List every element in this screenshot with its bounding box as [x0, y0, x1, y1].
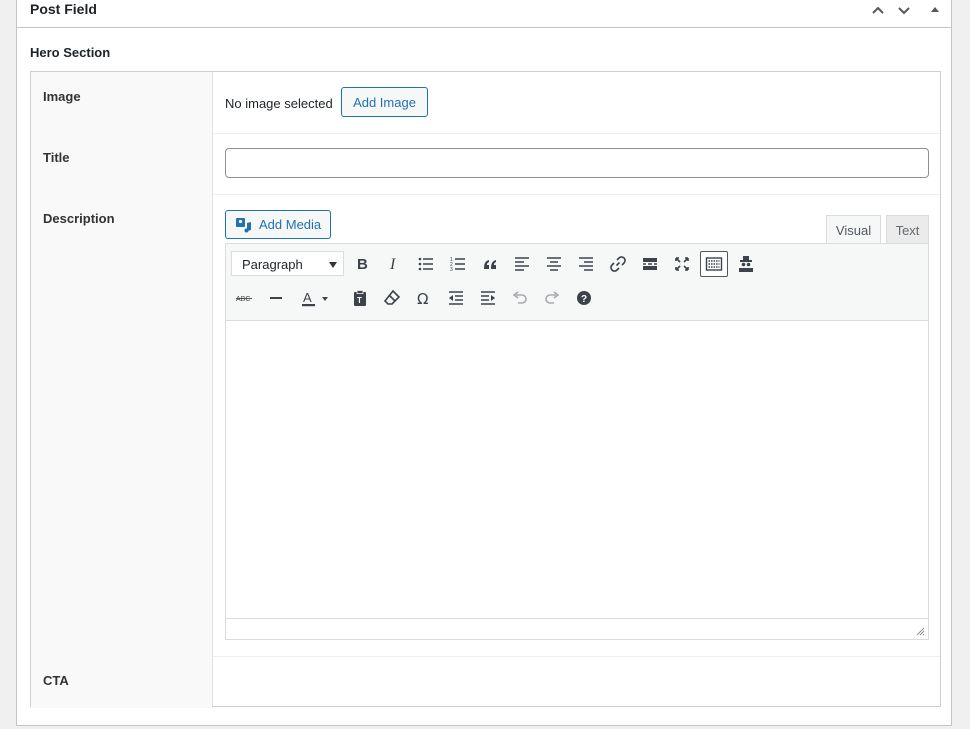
format-select-value: Paragraph — [242, 257, 303, 272]
bullet-list-icon[interactable] — [412, 251, 440, 277]
field-value-title — [213, 133, 940, 194]
fullscreen-icon[interactable] — [668, 251, 696, 277]
svg-text:ABC: ABC — [236, 296, 250, 303]
field-value-cta — [213, 656, 940, 708]
undo-icon[interactable] — [506, 285, 534, 311]
text-color-icon[interactable]: A — [294, 285, 336, 311]
field-row-cta: CTA — [31, 656, 940, 708]
postbox-header: Post Field — [17, 0, 951, 28]
add-media-button[interactable]: Add Media — [225, 210, 331, 239]
toolbar-toggle-icon[interactable] — [700, 251, 728, 277]
field-row-image: Image No image selected Add Image — [31, 72, 940, 134]
description-editor: Paragraph B I 1 2 3 ABC A T Ω ? — [225, 243, 929, 640]
blockquote-icon[interactable] — [476, 251, 504, 277]
editor-content-area[interactable] — [226, 321, 928, 618]
post-field-postbox: Post Field Hero Section Image No image s… — [16, 0, 952, 726]
field-label-image: Image — [43, 89, 81, 104]
no-image-text: No image selected — [225, 96, 333, 111]
align-left-icon[interactable] — [508, 251, 536, 277]
field-label-cell: Title — [31, 133, 213, 194]
move-up-icon[interactable] — [866, 0, 890, 21]
svg-text:3: 3 — [450, 267, 453, 273]
link-icon[interactable] — [604, 251, 632, 277]
svg-text:T: T — [357, 296, 362, 305]
spy-icon[interactable] — [732, 251, 760, 277]
svg-text:A: A — [303, 290, 312, 305]
editor-statusbar — [226, 618, 928, 639]
redo-icon[interactable] — [538, 285, 566, 311]
svg-text:Ω: Ω — [417, 290, 428, 307]
resize-handle-icon[interactable] — [916, 627, 925, 636]
fields-table: Image No image selected Add Image Title … — [30, 71, 941, 708]
move-down-icon[interactable] — [892, 0, 916, 21]
add-image-button[interactable]: Add Image — [341, 87, 428, 117]
special-character-icon[interactable]: Ω — [410, 285, 438, 311]
align-center-icon[interactable] — [540, 251, 568, 277]
media-icon — [236, 217, 251, 232]
help-icon[interactable]: ? — [570, 285, 598, 311]
tab-text[interactable]: Text — [886, 215, 929, 244]
chevron-down-icon — [329, 262, 337, 268]
title-input[interactable] — [225, 148, 929, 178]
field-row-description: Description Add Media Visual Text Paragr… — [31, 194, 940, 657]
field-label-cta: CTA — [43, 673, 69, 688]
svg-text:?: ? — [581, 294, 587, 305]
add-media-label: Add Media — [259, 217, 322, 232]
field-label-cell: CTA — [31, 656, 213, 708]
outdent-icon[interactable] — [442, 285, 470, 311]
read-more-icon[interactable] — [636, 251, 664, 277]
tab-visual[interactable]: Visual — [826, 215, 881, 244]
field-row-title: Title — [31, 133, 940, 195]
horizontal-rule-icon[interactable] — [262, 285, 290, 311]
group-label: Hero Section — [30, 45, 111, 60]
bold-icon[interactable]: B — [348, 251, 376, 277]
field-value-image: No image selected Add Image — [213, 72, 940, 133]
field-value-description: Add Media Visual Text Paragraph B I 1 2 … — [213, 194, 940, 656]
clear-formatting-icon[interactable] — [378, 285, 406, 311]
italic-icon[interactable]: I — [380, 251, 408, 277]
field-label-cell: Image — [31, 72, 213, 133]
numbered-list-icon[interactable]: 123 — [444, 251, 472, 277]
svg-text:B: B — [357, 256, 368, 273]
field-label-cell: Description — [31, 194, 213, 656]
strikethrough-icon[interactable]: ABC — [230, 285, 258, 311]
toggle-panel-icon[interactable] — [923, 0, 947, 21]
field-label-title: Title — [43, 150, 70, 165]
svg-text:I: I — [389, 256, 396, 273]
editor-toolbar: Paragraph B I 1 2 3 ABC A T Ω ? — [226, 244, 928, 321]
format-select[interactable]: Paragraph — [231, 251, 344, 276]
paste-as-text-icon[interactable]: T — [346, 285, 374, 311]
field-label-description: Description — [43, 211, 115, 226]
postbox-title: Post Field — [30, 1, 97, 17]
indent-icon[interactable] — [474, 285, 502, 311]
align-right-icon[interactable] — [572, 251, 600, 277]
